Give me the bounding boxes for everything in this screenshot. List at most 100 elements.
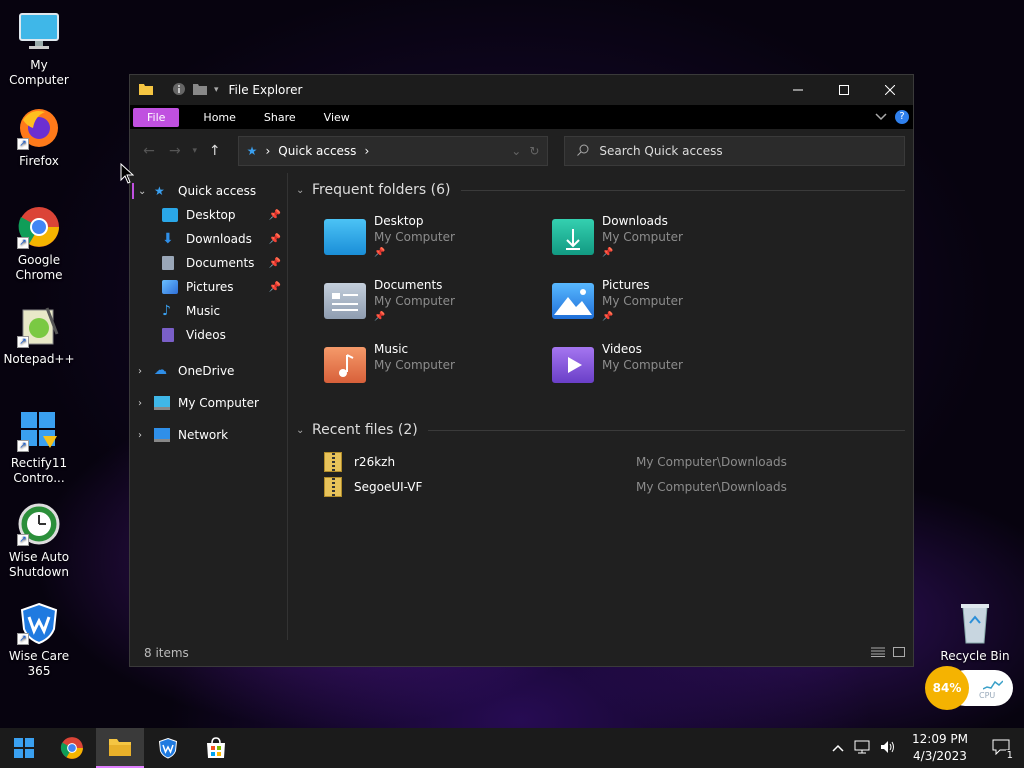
recent-files-header[interactable]: ⌄ Recent files (2)	[296, 417, 913, 443]
taskbar-wise-care[interactable]	[144, 728, 192, 768]
properties-icon[interactable]	[172, 82, 186, 99]
recent-file-row[interactable]: r26kzh My Computer\Downloads	[296, 449, 913, 474]
forward-button[interactable]: →	[164, 143, 186, 159]
recent-locations-icon[interactable]: ▾	[190, 146, 200, 156]
folder-tile-pictures[interactable]: Pictures My Computer 📌	[552, 271, 780, 335]
folder-tile-documents[interactable]: Documents My Computer 📌	[324, 271, 552, 335]
chevron-down-icon[interactable]: ▾	[214, 85, 219, 95]
tab-view[interactable]: View	[310, 108, 364, 127]
title-bar[interactable]: ▾ File Explorer	[130, 75, 913, 105]
file-location: My Computer\Downloads	[636, 454, 787, 469]
zip-file-icon	[324, 451, 342, 472]
taskbar-microsoft-store[interactable]	[192, 728, 240, 768]
folder-name: Downloads	[602, 214, 668, 228]
section-divider	[427, 429, 905, 431]
search-icon	[577, 144, 589, 159]
taskbar-chrome[interactable]	[48, 728, 96, 768]
new-folder-icon[interactable]	[192, 82, 208, 99]
sidebar-item-label: Desktop	[186, 208, 236, 222]
details-view-icon[interactable]	[871, 646, 885, 660]
chevron-right-icon[interactable]: ›	[138, 366, 154, 377]
desktop-icon-label: Notepad++	[3, 352, 75, 366]
address-bar[interactable]: ★ › Quick access › ⌄ ↻	[237, 136, 549, 166]
sidebar-item-network[interactable]: › Network	[130, 419, 287, 451]
notification-count-badge: 1	[1005, 749, 1014, 761]
sidebar-item-label: Pictures	[186, 280, 234, 294]
shortcut-arrow-icon: ↗	[17, 633, 29, 645]
folder-tile-desktop[interactable]: Desktop My Computer 📌	[324, 207, 552, 271]
expand-ribbon-icon[interactable]	[875, 111, 887, 124]
chevron-right-icon[interactable]: ›	[138, 430, 154, 441]
desktop-icon-rectify11[interactable]: ↗ Rectify11 Contro...	[1, 408, 77, 486]
chevron-down-icon[interactable]: ⌄	[296, 425, 312, 436]
start-button[interactable]	[0, 728, 48, 768]
search-placeholder: Search Quick access	[599, 144, 723, 158]
desktop-icon-chrome[interactable]: ↗ Google Chrome	[1, 205, 77, 283]
sidebar-item-documents[interactable]: Documents 📌	[130, 251, 287, 275]
desktop-icon-firefox[interactable]: ↗ Firefox	[1, 106, 77, 169]
tab-file[interactable]: File	[133, 107, 180, 127]
chevron-right-icon[interactable]: ›	[364, 144, 369, 158]
tab-share[interactable]: Share	[250, 108, 310, 127]
sidebar-item-label: Music	[186, 304, 221, 318]
chevron-down-icon[interactable]: ⌄	[138, 186, 154, 197]
clock[interactable]: 12:09 PM 4/3/2023	[912, 731, 968, 765]
file-explorer-window: ▾ File Explorer File Home Share View ? ←…	[129, 74, 914, 667]
notepadpp-icon: ↗	[17, 304, 61, 348]
sidebar-item-desktop[interactable]: Desktop 📌	[130, 203, 287, 227]
address-path[interactable]: Quick access	[278, 144, 356, 158]
sidebar-item-my-computer[interactable]: › My Computer	[130, 387, 287, 419]
volume-icon[interactable]	[880, 740, 896, 757]
desktop-icon-recycle-bin[interactable]: Recycle Bin	[937, 601, 1013, 664]
sidebar-item-onedrive[interactable]: › ☁ OneDrive	[130, 355, 287, 387]
desktop-icon-my-computer[interactable]: My Computer	[1, 10, 77, 88]
chevron-right-icon[interactable]: ›	[138, 398, 154, 409]
file-name: SegoeUI-VF	[354, 479, 423, 494]
sidebar-item-music[interactable]: ♪ Music	[130, 299, 287, 323]
sidebar-item-pictures[interactable]: Pictures 📌	[130, 275, 287, 299]
desktop-icon-notepadpp[interactable]: ↗ Notepad++	[1, 304, 77, 367]
help-icon[interactable]: ?	[895, 110, 909, 124]
folder-tile-videos[interactable]: Videos My Computer	[552, 335, 780, 399]
network-icon	[154, 428, 170, 442]
desktop-icon-wise-auto-shutdown[interactable]: ↗ Wise Auto Shutdown	[1, 502, 77, 580]
sidebar-item-quick-access[interactable]: ⌄ ★ Quick access	[130, 179, 287, 203]
pin-icon: 📌	[374, 248, 386, 258]
notification-center-button[interactable]: 1	[992, 739, 1014, 761]
desktop-folder-icon	[162, 208, 178, 222]
sidebar-item-downloads[interactable]: ⬇ Downloads 📌	[130, 227, 287, 251]
frequent-folders-header[interactable]: ⌄ Frequent folders (6)	[296, 177, 913, 203]
cpu-label: CPU	[979, 691, 996, 700]
folder-location: My Computer	[602, 358, 683, 372]
network-status-icon[interactable]	[854, 740, 870, 757]
refresh-icon[interactable]: ↻	[529, 144, 539, 158]
back-button[interactable]: ←	[138, 143, 160, 159]
desktop-icon-label: Google Chrome	[15, 253, 63, 282]
taskbar-file-explorer[interactable]	[96, 728, 144, 768]
music-note-icon: ♪	[162, 303, 171, 319]
maximize-button[interactable]	[821, 75, 867, 105]
ribbon-right-controls: ?	[875, 110, 913, 124]
cpu-percent-badge: 84%	[925, 666, 969, 710]
pin-icon: 📌	[268, 233, 281, 245]
sidebar-item-videos[interactable]: Videos	[130, 323, 287, 347]
desktop-icon-wise-care[interactable]: ↗ Wise Care 365	[1, 601, 77, 679]
mouse-cursor-icon	[120, 162, 135, 189]
content-pane: ⌄ Frequent folders (6) Desktop My Comput…	[288, 173, 913, 640]
up-button[interactable]: ↑	[204, 143, 226, 159]
chevron-down-icon[interactable]: ⌄	[296, 185, 312, 196]
show-hidden-icons-chevron-icon[interactable]	[832, 741, 844, 755]
folder-tile-downloads[interactable]: Downloads My Computer 📌	[552, 207, 780, 271]
minimize-button[interactable]	[775, 75, 821, 105]
cpu-widget[interactable]: CPU 84%	[925, 666, 1013, 710]
desktop-icon-label: Recycle Bin	[940, 649, 1010, 663]
recent-file-row[interactable]: SegoeUI-VF My Computer\Downloads	[296, 474, 913, 499]
close-button[interactable]	[867, 75, 913, 105]
sidebar-item-label: Network	[178, 428, 229, 442]
search-box[interactable]: Search Quick access	[564, 136, 906, 166]
large-icons-view-icon[interactable]	[893, 646, 905, 660]
pin-icon: 📌	[268, 209, 281, 221]
tab-home[interactable]: Home	[189, 108, 249, 127]
address-dropdown-icon[interactable]: ⌄	[511, 144, 521, 158]
folder-tile-music[interactable]: Music My Computer	[324, 335, 552, 399]
